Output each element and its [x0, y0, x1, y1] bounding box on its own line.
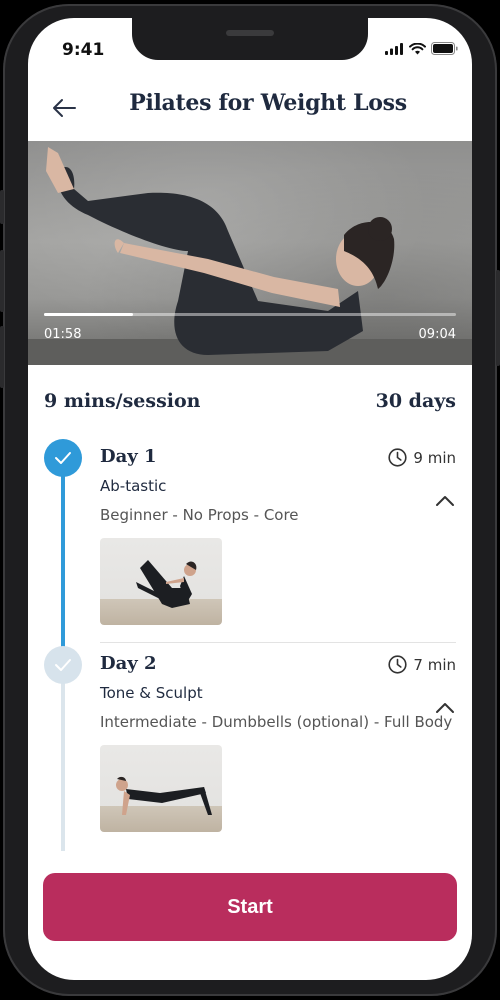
day-duration: 9 min: [388, 448, 456, 467]
volume-up-button: [0, 250, 4, 312]
checkmark-icon: [55, 659, 71, 671]
speaker: [226, 30, 274, 36]
video-total-time: 09:04: [418, 327, 456, 342]
day-duration-label: 9 min: [413, 448, 456, 467]
wifi-icon: [409, 42, 426, 54]
day-workout-name: Tone & Sculpt: [100, 684, 203, 702]
day-tags: Intermediate - Dumbbells (optional) - Fu…: [100, 713, 453, 731]
battery-icon: [431, 42, 458, 55]
clock-icon: [388, 448, 407, 467]
checkmark-icon: [55, 452, 71, 464]
video-progress-track[interactable]: [44, 313, 456, 316]
page-title: Pilates for Weight Loss: [129, 90, 407, 116]
video-progress-fill: [44, 313, 134, 316]
clock-icon: [388, 655, 407, 674]
workout-photo: [116, 776, 212, 815]
start-button[interactable]: Start: [43, 873, 457, 941]
day-duration-label: 7 min: [413, 655, 456, 674]
power-button: [496, 270, 500, 366]
timeline-line-upcoming: [61, 673, 65, 851]
day-2-thumbnail[interactable]: [100, 745, 222, 832]
video-player[interactable]: 01:58 09:04: [28, 141, 472, 365]
app-screen: 9:41 Pilates for Weight Loss 01:58 09:04…: [28, 18, 472, 980]
video-current-time: 01:58: [44, 327, 82, 342]
back-arrow-icon: [53, 99, 76, 117]
status-time: 9:41: [62, 40, 105, 60]
day-1-completed-indicator: [44, 439, 82, 477]
day-tags: Beginner - No Props - Core: [100, 506, 299, 524]
chevron-up-icon[interactable]: [434, 490, 456, 512]
program-length: 30 days: [375, 390, 456, 412]
header: Pilates for Weight Loss: [28, 80, 472, 140]
day-1-card[interactable]: Day 1 9 min Ab-tastic Beginner - No Prop…: [100, 446, 456, 625]
signal-icon: [385, 42, 403, 55]
back-button[interactable]: [46, 90, 82, 126]
day-2-card[interactable]: Day 2 7 min Tone & Sculpt Intermediate -…: [100, 653, 456, 832]
program-summary: 9 mins/session 30 days: [44, 390, 456, 412]
status-icons: [385, 42, 458, 55]
day-1-thumbnail[interactable]: [100, 538, 222, 625]
notch: [132, 18, 368, 60]
mute-switch: [0, 190, 4, 224]
workout-photo: [136, 560, 197, 608]
day-2-pending-indicator: [44, 646, 82, 684]
chevron-up-icon[interactable]: [434, 697, 456, 719]
day-divider: [100, 642, 456, 643]
volume-down-button: [0, 326, 4, 388]
timeline-line-completed: [61, 458, 65, 650]
day-workout-name: Ab-tastic: [100, 477, 167, 495]
day-duration: 7 min: [388, 655, 456, 674]
video-frame-person: [46, 147, 395, 355]
session-length: 9 mins/session: [44, 390, 201, 412]
